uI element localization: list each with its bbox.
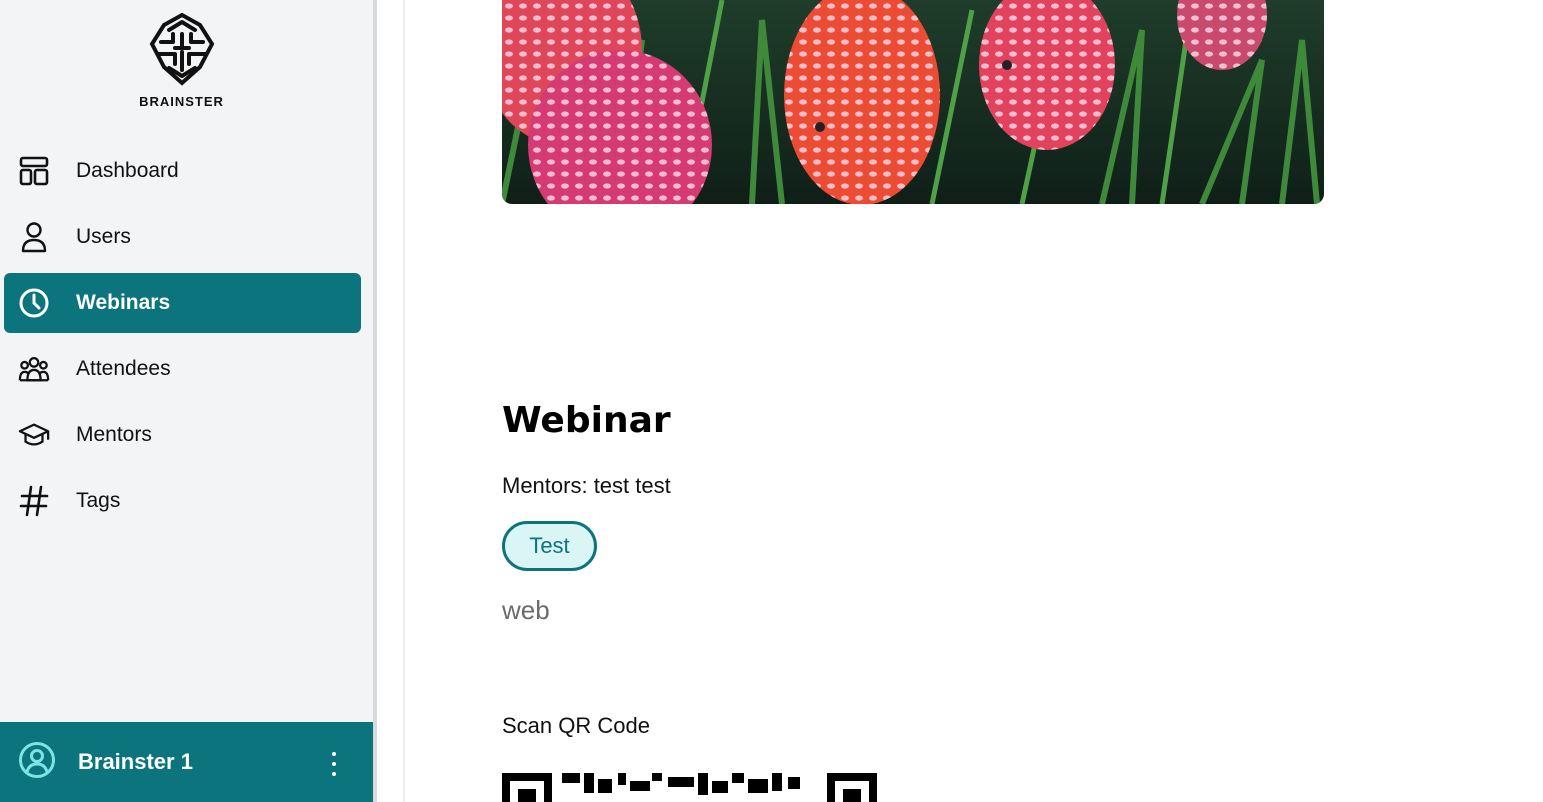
sidebar-item-dashboard[interactable]: Dashboard [4,141,361,201]
qr-code [502,773,877,802]
clock-icon [18,287,50,319]
sidebar-item-users[interactable]: Users [4,207,361,267]
user-icon [18,221,50,253]
sidebar-item-label: Users [76,225,131,248]
kebab-menu-icon[interactable] [322,750,346,778]
sidebar-divider [373,0,377,802]
brain-maze-icon [149,12,214,86]
brand-name: BRAINSTER [139,94,224,109]
brand-logo[interactable]: BRAINSTER [0,12,363,109]
sidebar-item-tags[interactable]: Tags [4,471,361,531]
webinar-description: web [502,595,550,625]
sidebar-item-attendees[interactable]: Attendees [4,339,361,399]
sidebar-item-label: Attendees [76,357,171,380]
content-divider [403,0,405,802]
sidebar-nav: Dashboard Users Webinars Attendees Mento… [4,141,361,537]
sidebar-item-label: Webinars [76,291,171,314]
qr-code-label: Scan QR Code [502,713,650,738]
sidebar-item-webinars[interactable]: Webinars [4,273,361,333]
sidebar: BRAINSTER Dashboard Users Webinars Atten… [0,0,373,802]
sidebar-item-label: Mentors [76,423,152,446]
group-icon [18,353,50,385]
user-name: Brainster 1 [78,749,193,774]
tag-badge[interactable]: Test [502,521,597,571]
user-circle-icon [18,741,56,784]
dashboard-icon [18,155,50,187]
graduation-cap-icon [18,419,50,451]
sidebar-item-mentors[interactable]: Mentors [4,405,361,465]
webinar-title: Webinar [502,400,671,441]
user-profile-bar[interactable]: Brainster 1 [0,722,373,802]
sidebar-item-label: Dashboard [76,159,179,182]
webinar-mentors: Mentors: test test [502,473,671,498]
sidebar-item-label: Tags [76,489,121,512]
webinar-cover-image [502,0,1324,204]
hash-icon [18,485,50,517]
